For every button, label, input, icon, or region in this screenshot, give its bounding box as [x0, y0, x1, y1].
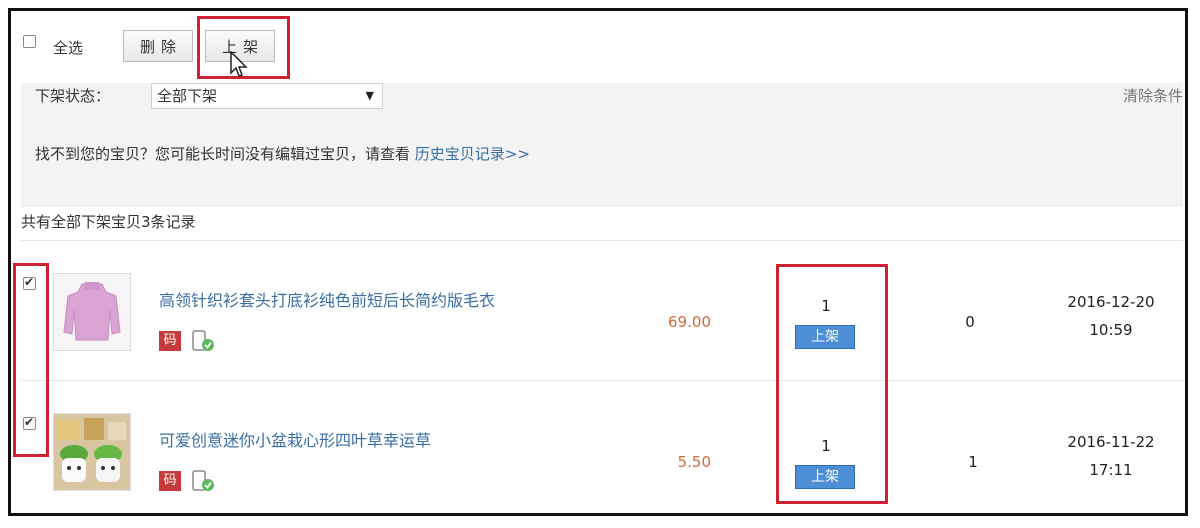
item-row: 高领针织衫套头打底衫纯色前短后长简约版毛衣 码 69.00 1 上架 0 201…: [11, 241, 1185, 381]
record-count: 共有全部下架宝贝3条记录: [21, 213, 196, 231]
highlight-box-row-list-buttons: [776, 264, 888, 504]
missing-items-notice: 找不到您的宝贝？您可能长时间没有编辑过宝贝，请查看 历史宝贝记录>>: [35, 143, 530, 164]
item-modified-date: 2016-11-22 17:11: [1051, 428, 1171, 484]
filter-panel: 下架状态： 全部下架 ▼ 清除条件 找不到您的宝贝？您可能长时间没有编辑过宝贝，…: [21, 83, 1183, 207]
item-title-link[interactable]: 可爱创意迷你小盆栽心形四叶草幸运草: [159, 427, 431, 451]
status-filter-value: 全部下架: [157, 87, 218, 105]
mouse-cursor-icon: [230, 51, 248, 77]
item-price: 69.00: [668, 313, 711, 331]
item-time: 17:11: [1089, 461, 1133, 479]
mobile-verified-icon: [192, 470, 214, 491]
item-title-link[interactable]: 高领针织衫套头打底衫纯色前短后长简约版毛衣: [159, 287, 495, 311]
mobile-verified-icon: [192, 330, 214, 351]
dropdown-arrow-icon: ▼: [365, 89, 374, 102]
barcode-badge-icon: 码: [159, 331, 181, 351]
notice-text: 找不到您的宝贝？您可能长时间没有编辑过宝贝，请查看: [35, 145, 411, 163]
potted-plant-image-icon: [54, 414, 130, 490]
item-thumbnail-plant[interactable]: [53, 413, 131, 491]
barcode-badge-icon: 码: [159, 471, 181, 491]
item-sold-count: 1: [968, 453, 978, 471]
delete-button[interactable]: 删除: [123, 30, 193, 62]
item-modified-date: 2016-12-20 10:59: [1051, 288, 1171, 344]
item-time: 10:59: [1089, 321, 1133, 339]
item-row: 可爱创意迷你小盆栽心形四叶草幸运草 码 5.50 1 上架 1 2016-11-…: [11, 381, 1185, 513]
status-filter-select[interactable]: 全部下架 ▼: [151, 83, 383, 109]
select-all-checkbox[interactable]: [23, 35, 36, 48]
clear-filters-link[interactable]: 清除条件: [1123, 85, 1183, 106]
bulk-action-toolbar: 全选 删除 上架: [11, 11, 1185, 83]
item-date: 2016-12-20: [1067, 293, 1155, 311]
highlight-box-checkboxes: [13, 263, 49, 457]
status-filter-label: 下架状态：: [35, 87, 111, 105]
sweater-image-icon: [54, 274, 130, 350]
offline-items-panel: 全选 删除 上架 下架状态： 全部下架 ▼ 清除条件 找不到您的宝贝？您可能长时…: [8, 8, 1188, 516]
item-thumbnail-sweater[interactable]: [53, 273, 131, 351]
item-sold-count: 0: [965, 313, 975, 331]
item-date: 2016-11-22: [1067, 433, 1155, 451]
item-price: 5.50: [677, 453, 711, 471]
select-all-label[interactable]: 全选: [53, 37, 83, 58]
history-items-link[interactable]: 历史宝贝记录>>: [415, 145, 530, 163]
